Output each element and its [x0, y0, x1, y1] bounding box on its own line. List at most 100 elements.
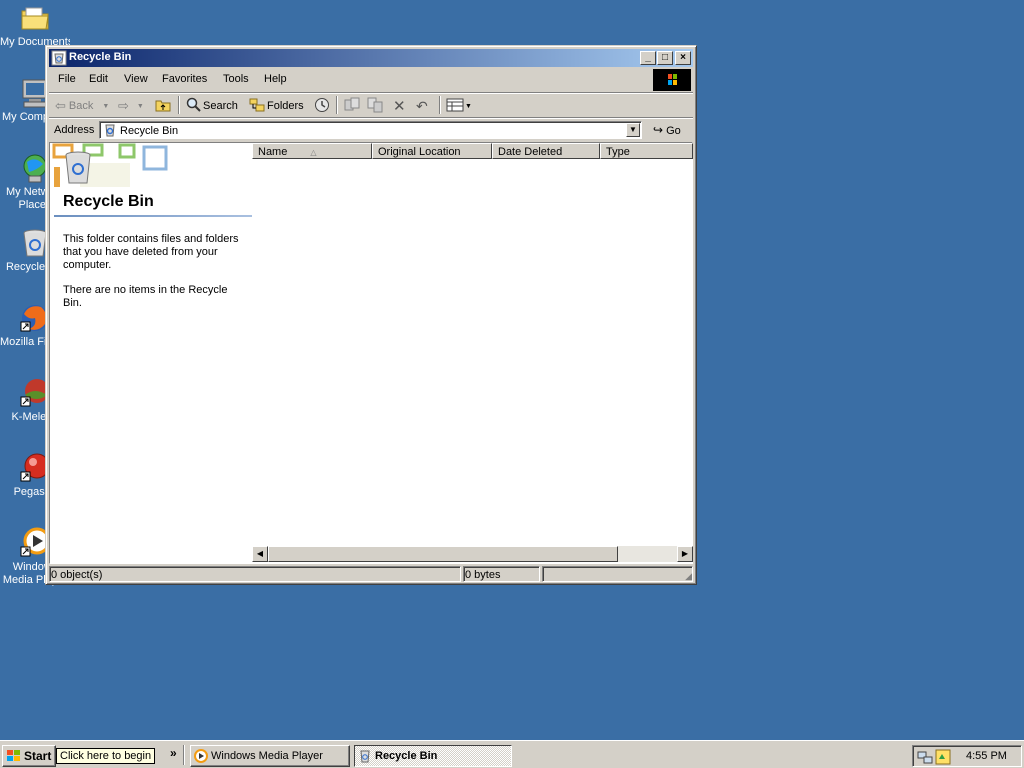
views-icon [446, 98, 464, 115]
scroll-left-button[interactable]: ◀ [252, 546, 268, 562]
menu-view[interactable]: View [124, 73, 148, 85]
close-icon: × [680, 52, 686, 63]
go-button[interactable]: ↪ Go [653, 123, 681, 137]
address-value: Recycle Bin [120, 125, 179, 137]
undo-button[interactable]: ↶ [416, 97, 428, 115]
pane-divider [54, 215, 252, 217]
forward-button[interactable]: ⇨ ▼ [118, 97, 144, 115]
status-size: 0 bytes [463, 566, 540, 582]
close-button[interactable]: × [675, 51, 691, 65]
chevron-down-icon: ▼ [465, 102, 472, 110]
start-button[interactable]: Start [2, 745, 56, 767]
chevron-down-icon: ▼ [629, 125, 637, 134]
column-label: Original Location [378, 146, 461, 158]
column-label: Name [258, 146, 288, 158]
recycle-bin-icon [51, 50, 67, 66]
column-header-date-deleted[interactable]: Date Deleted [492, 143, 600, 159]
quick-launch-more-button[interactable]: » [170, 746, 177, 760]
delete-icon: ✕ [393, 98, 406, 115]
folders-icon [249, 98, 265, 115]
horizontal-scrollbar[interactable]: ◀ ▶ [252, 546, 693, 562]
recycle-bin-icon [358, 749, 372, 766]
column-header-type[interactable]: Type [600, 143, 693, 159]
pane-title: Recycle Bin [63, 193, 154, 210]
folders-button[interactable]: Folders [249, 97, 304, 115]
column-label: Type [606, 146, 630, 158]
column-header-name[interactable]: Name △ [252, 143, 372, 159]
task-label: Recycle Bin [375, 750, 438, 762]
menu-help[interactable]: Help [264, 73, 287, 85]
go-arrow-icon: ↪ [653, 123, 664, 137]
title-bar[interactable]: Recycle Bin _ □ × [49, 49, 693, 67]
up-folder-button[interactable] [155, 97, 171, 115]
media-player-icon [194, 749, 208, 766]
start-label: Start [24, 749, 52, 763]
windows-logo-icon [653, 69, 691, 91]
copy-to-icon [367, 97, 383, 116]
content-area: Recycle Bin This folder contains files a… [49, 142, 693, 564]
update-tray-icon[interactable] [935, 749, 951, 768]
move-to-button[interactable] [344, 97, 360, 115]
history-button[interactable] [314, 97, 330, 115]
menu-bar: File Edit View Favorites Tools Help [49, 68, 693, 92]
desktop-icon-my-documents[interactable]: My Documents [0, 2, 70, 49]
go-label: Go [666, 125, 681, 137]
move-to-icon [344, 97, 360, 116]
scroll-right-button[interactable]: ▶ [677, 546, 693, 562]
address-input[interactable]: Recycle Bin ▼ [99, 121, 642, 139]
status-bar: 0 object(s) 0 bytes ◢ [49, 565, 693, 583]
status-zone [542, 566, 693, 582]
back-button[interactable]: ⇦ Back ▼ [55, 97, 109, 115]
windows-logo-icon [6, 749, 22, 766]
system-tray: 4:55 PM [912, 745, 1022, 767]
task-windows-media-player[interactable]: Windows Media Player [190, 745, 350, 767]
task-label: Windows Media Player [211, 750, 323, 762]
toolbar: ⇦ Back ▼ ⇨ ▼ Search Folders ✕ ↶ ▼ [49, 92, 693, 117]
maximize-button[interactable]: □ [657, 51, 673, 65]
recycle-bin-icon [102, 122, 118, 141]
column-label: Date Deleted [498, 146, 563, 158]
sort-ascending-icon: △ [310, 148, 317, 157]
chevron-down-icon: ▼ [102, 102, 110, 110]
file-list: Name △ Original Location Date Deleted Ty… [252, 143, 693, 563]
arrow-right-icon: ▶ [681, 549, 689, 558]
minimize-icon: _ [645, 52, 651, 63]
column-header-original-location[interactable]: Original Location [372, 143, 492, 159]
toolbar-separator [336, 96, 338, 114]
recycle-bin-window: Recycle Bin _ □ × File Edit View Favorit… [45, 45, 697, 585]
network-tray-icon[interactable] [917, 749, 933, 768]
clock[interactable]: 4:55 PM [966, 750, 1007, 762]
forward-arrow-icon: ⇨ [118, 98, 129, 113]
menu-favorites[interactable]: Favorites [162, 73, 207, 85]
web-view-pane: Recycle Bin This folder contains files a… [50, 143, 252, 563]
back-label: Back [68, 100, 94, 112]
status-objects: 0 object(s) [49, 566, 461, 582]
window-title: Recycle Bin [69, 51, 132, 63]
search-label: Search [203, 100, 238, 112]
views-button[interactable]: ▼ [446, 97, 472, 115]
back-arrow-icon: ⇦ [55, 98, 66, 113]
empty-message: There are no items in the Recycle Bin. [63, 284, 228, 309]
search-icon [186, 97, 201, 115]
recycle-bin-banner-icon [50, 143, 170, 194]
address-dropdown-button[interactable]: ▼ [626, 123, 640, 137]
arrow-left-icon: ◀ [256, 549, 264, 558]
resize-grip-icon[interactable]: ◢ [685, 571, 692, 582]
minimize-button[interactable]: _ [640, 51, 656, 65]
history-icon [314, 97, 330, 116]
address-bar: Address Recycle Bin ▼ ↪ Go [49, 117, 693, 142]
toolbar-separator [178, 96, 180, 114]
task-recycle-bin[interactable]: Recycle Bin [354, 745, 512, 767]
maximize-icon: □ [661, 52, 669, 63]
menu-tools[interactable]: Tools [223, 73, 249, 85]
scroll-thumb[interactable] [268, 546, 618, 562]
menu-file[interactable]: File [58, 73, 76, 85]
address-label: Address [54, 124, 95, 136]
search-button[interactable]: Search [186, 97, 238, 115]
chevron-down-icon: ▼ [136, 102, 144, 110]
copy-to-button[interactable] [367, 97, 383, 115]
delete-button[interactable]: ✕ [393, 97, 406, 115]
folders-label: Folders [267, 100, 304, 112]
menu-edit[interactable]: Edit [89, 73, 108, 85]
taskbar-separator [183, 745, 185, 765]
